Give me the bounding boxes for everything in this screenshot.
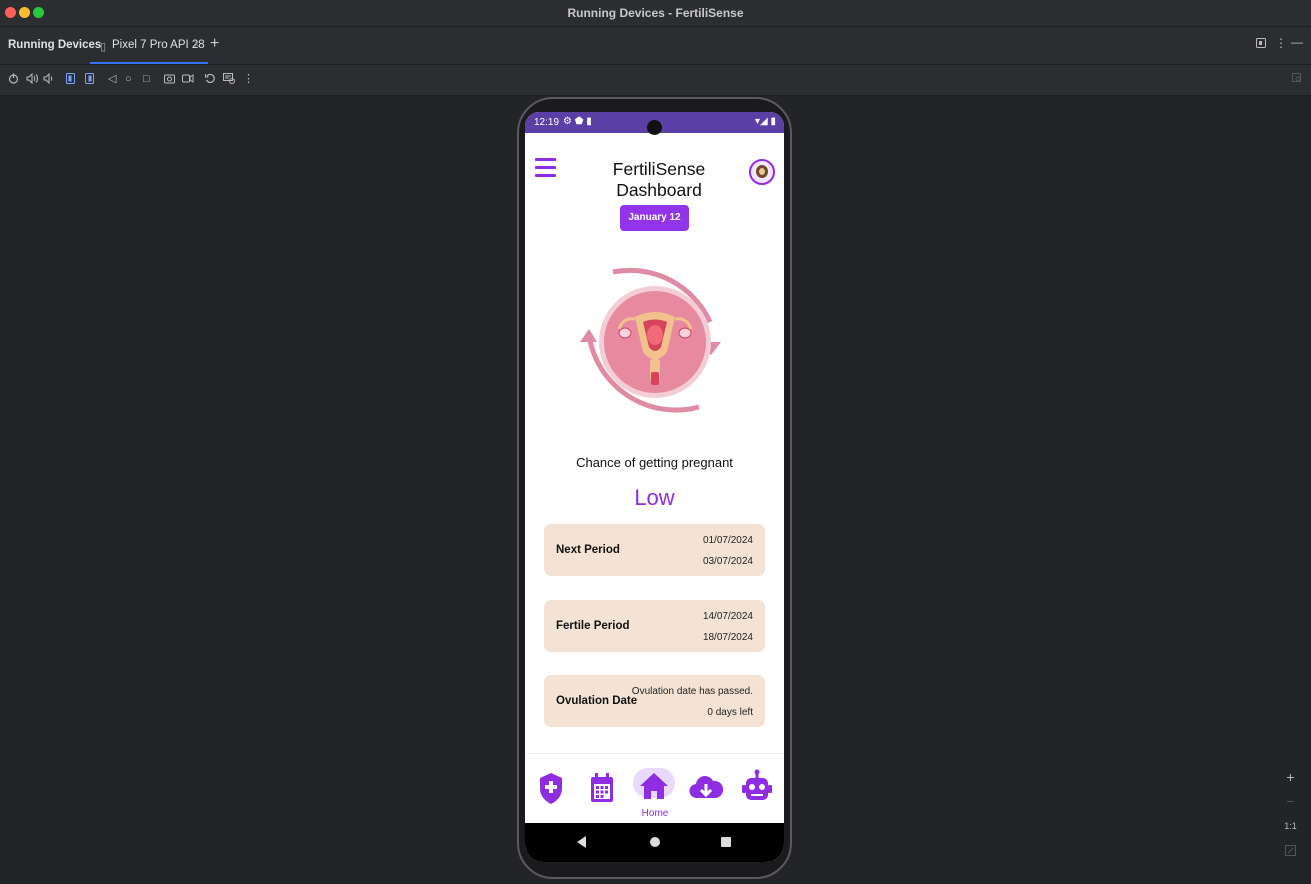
robot-icon[interactable]	[737, 768, 777, 808]
cloud-download-icon[interactable]	[686, 768, 726, 808]
front-camera	[647, 120, 662, 135]
add-tab-button[interactable]: +	[210, 35, 219, 53]
card-label: Next Period	[556, 544, 620, 556]
chance-label: Chance of getting pregnant	[576, 455, 733, 470]
system-recents-button[interactable]	[721, 837, 731, 847]
phone-screen[interactable]: 12:19 ⚙ ⬟ ▮ ▾◢ ▮ FertiliSense Dashboard …	[525, 112, 784, 862]
menu-button[interactable]	[535, 158, 556, 182]
rotate-left-icon[interactable]	[66, 73, 76, 89]
screen-record-icon[interactable]	[182, 73, 194, 88]
status-system-icons: ▾◢ ▮	[755, 116, 776, 127]
home-icon[interactable]	[634, 768, 674, 808]
more-icon[interactable]: ⋮	[243, 73, 254, 86]
card-line-2: 03/07/2024	[702, 556, 753, 567]
avatar[interactable]	[749, 159, 775, 185]
volume-down-icon[interactable]	[43, 72, 54, 88]
device-toolbar: ◁ ○ □ ⋮	[0, 65, 1311, 96]
date-chip[interactable]: January 12	[620, 205, 689, 231]
window-title: Running Devices - FertiliSense	[567, 6, 744, 20]
page-title: FertiliSense Dashboard	[612, 159, 706, 200]
tab-bar: Running Devices ▯ Pixel 7 Pro API 28 x +…	[0, 27, 1311, 65]
back-icon[interactable]: ◁	[108, 73, 116, 86]
nav-home-label: Home	[641, 808, 669, 819]
snapshot-icon[interactable]	[223, 73, 235, 88]
uterus-cycle-illustration	[575, 247, 735, 437]
card-line-2: 0 days left	[707, 707, 753, 718]
zoom-fit-icon[interactable]	[1280, 843, 1301, 859]
tab-label: Pixel 7 Pro API 28	[112, 39, 205, 51]
rotate-right-icon[interactable]	[85, 73, 95, 89]
card-line-1: 14/07/2024	[702, 611, 753, 622]
device-icon: ▯	[100, 41, 107, 53]
calendar-icon[interactable]	[582, 768, 622, 808]
card-label: Ovulation Date	[556, 695, 638, 707]
fertile-period-card[interactable]: Fertile Period 14/07/2024 18/07/2024	[544, 600, 765, 652]
system-home-button[interactable]	[650, 837, 660, 847]
home-icon[interactable]: ○	[125, 73, 132, 86]
reset-icon[interactable]	[205, 73, 216, 88]
tab-close-icon[interactable]: x	[194, 39, 199, 50]
device-search-icon[interactable]	[1292, 73, 1303, 88]
tab-pixel-7-pro[interactable]: ▯ Pixel 7 Pro API 28 x	[90, 27, 208, 64]
zoom-out-button[interactable]: −	[1280, 793, 1301, 809]
zoom-in-button[interactable]: +	[1280, 769, 1301, 785]
options-icon[interactable]: ⋮	[1275, 36, 1287, 50]
window-titlebar: Running Devices - FertiliSense	[0, 0, 1311, 27]
screenshot-icon[interactable]	[164, 73, 176, 88]
zoom-controls: + − 1:1	[1280, 767, 1301, 867]
card-label: Fertile Period	[556, 620, 630, 632]
chance-value: Low	[634, 485, 675, 510]
next-period-card[interactable]: Next Period 01/07/2024 03/07/2024	[544, 524, 765, 576]
power-icon[interactable]	[8, 73, 19, 88]
zoom-actual-size-button[interactable]: 1:1	[1280, 821, 1301, 831]
card-line-2: 18/07/2024	[702, 632, 753, 643]
card-line-1: 01/07/2024	[702, 535, 753, 546]
system-back-button[interactable]	[577, 836, 586, 848]
volume-up-icon[interactable]	[26, 72, 38, 88]
ovulation-date-card[interactable]: Ovulation Date Ovulation date has passed…	[544, 675, 765, 727]
status-time: 12:19	[534, 117, 560, 128]
bottom-nav: Home	[525, 753, 784, 824]
layout-icon[interactable]	[1256, 38, 1267, 52]
overview-icon[interactable]: □	[143, 73, 150, 86]
status-notification-icons: ⚙ ⬟ ▮	[563, 116, 592, 127]
system-nav-bar	[525, 823, 784, 862]
shield-plus-icon[interactable]	[531, 768, 571, 808]
running-devices-label: Running Devices	[8, 39, 102, 51]
hide-panel-icon[interactable]: —	[1291, 35, 1303, 49]
card-line-1: Ovulation date has passed.	[631, 686, 753, 697]
